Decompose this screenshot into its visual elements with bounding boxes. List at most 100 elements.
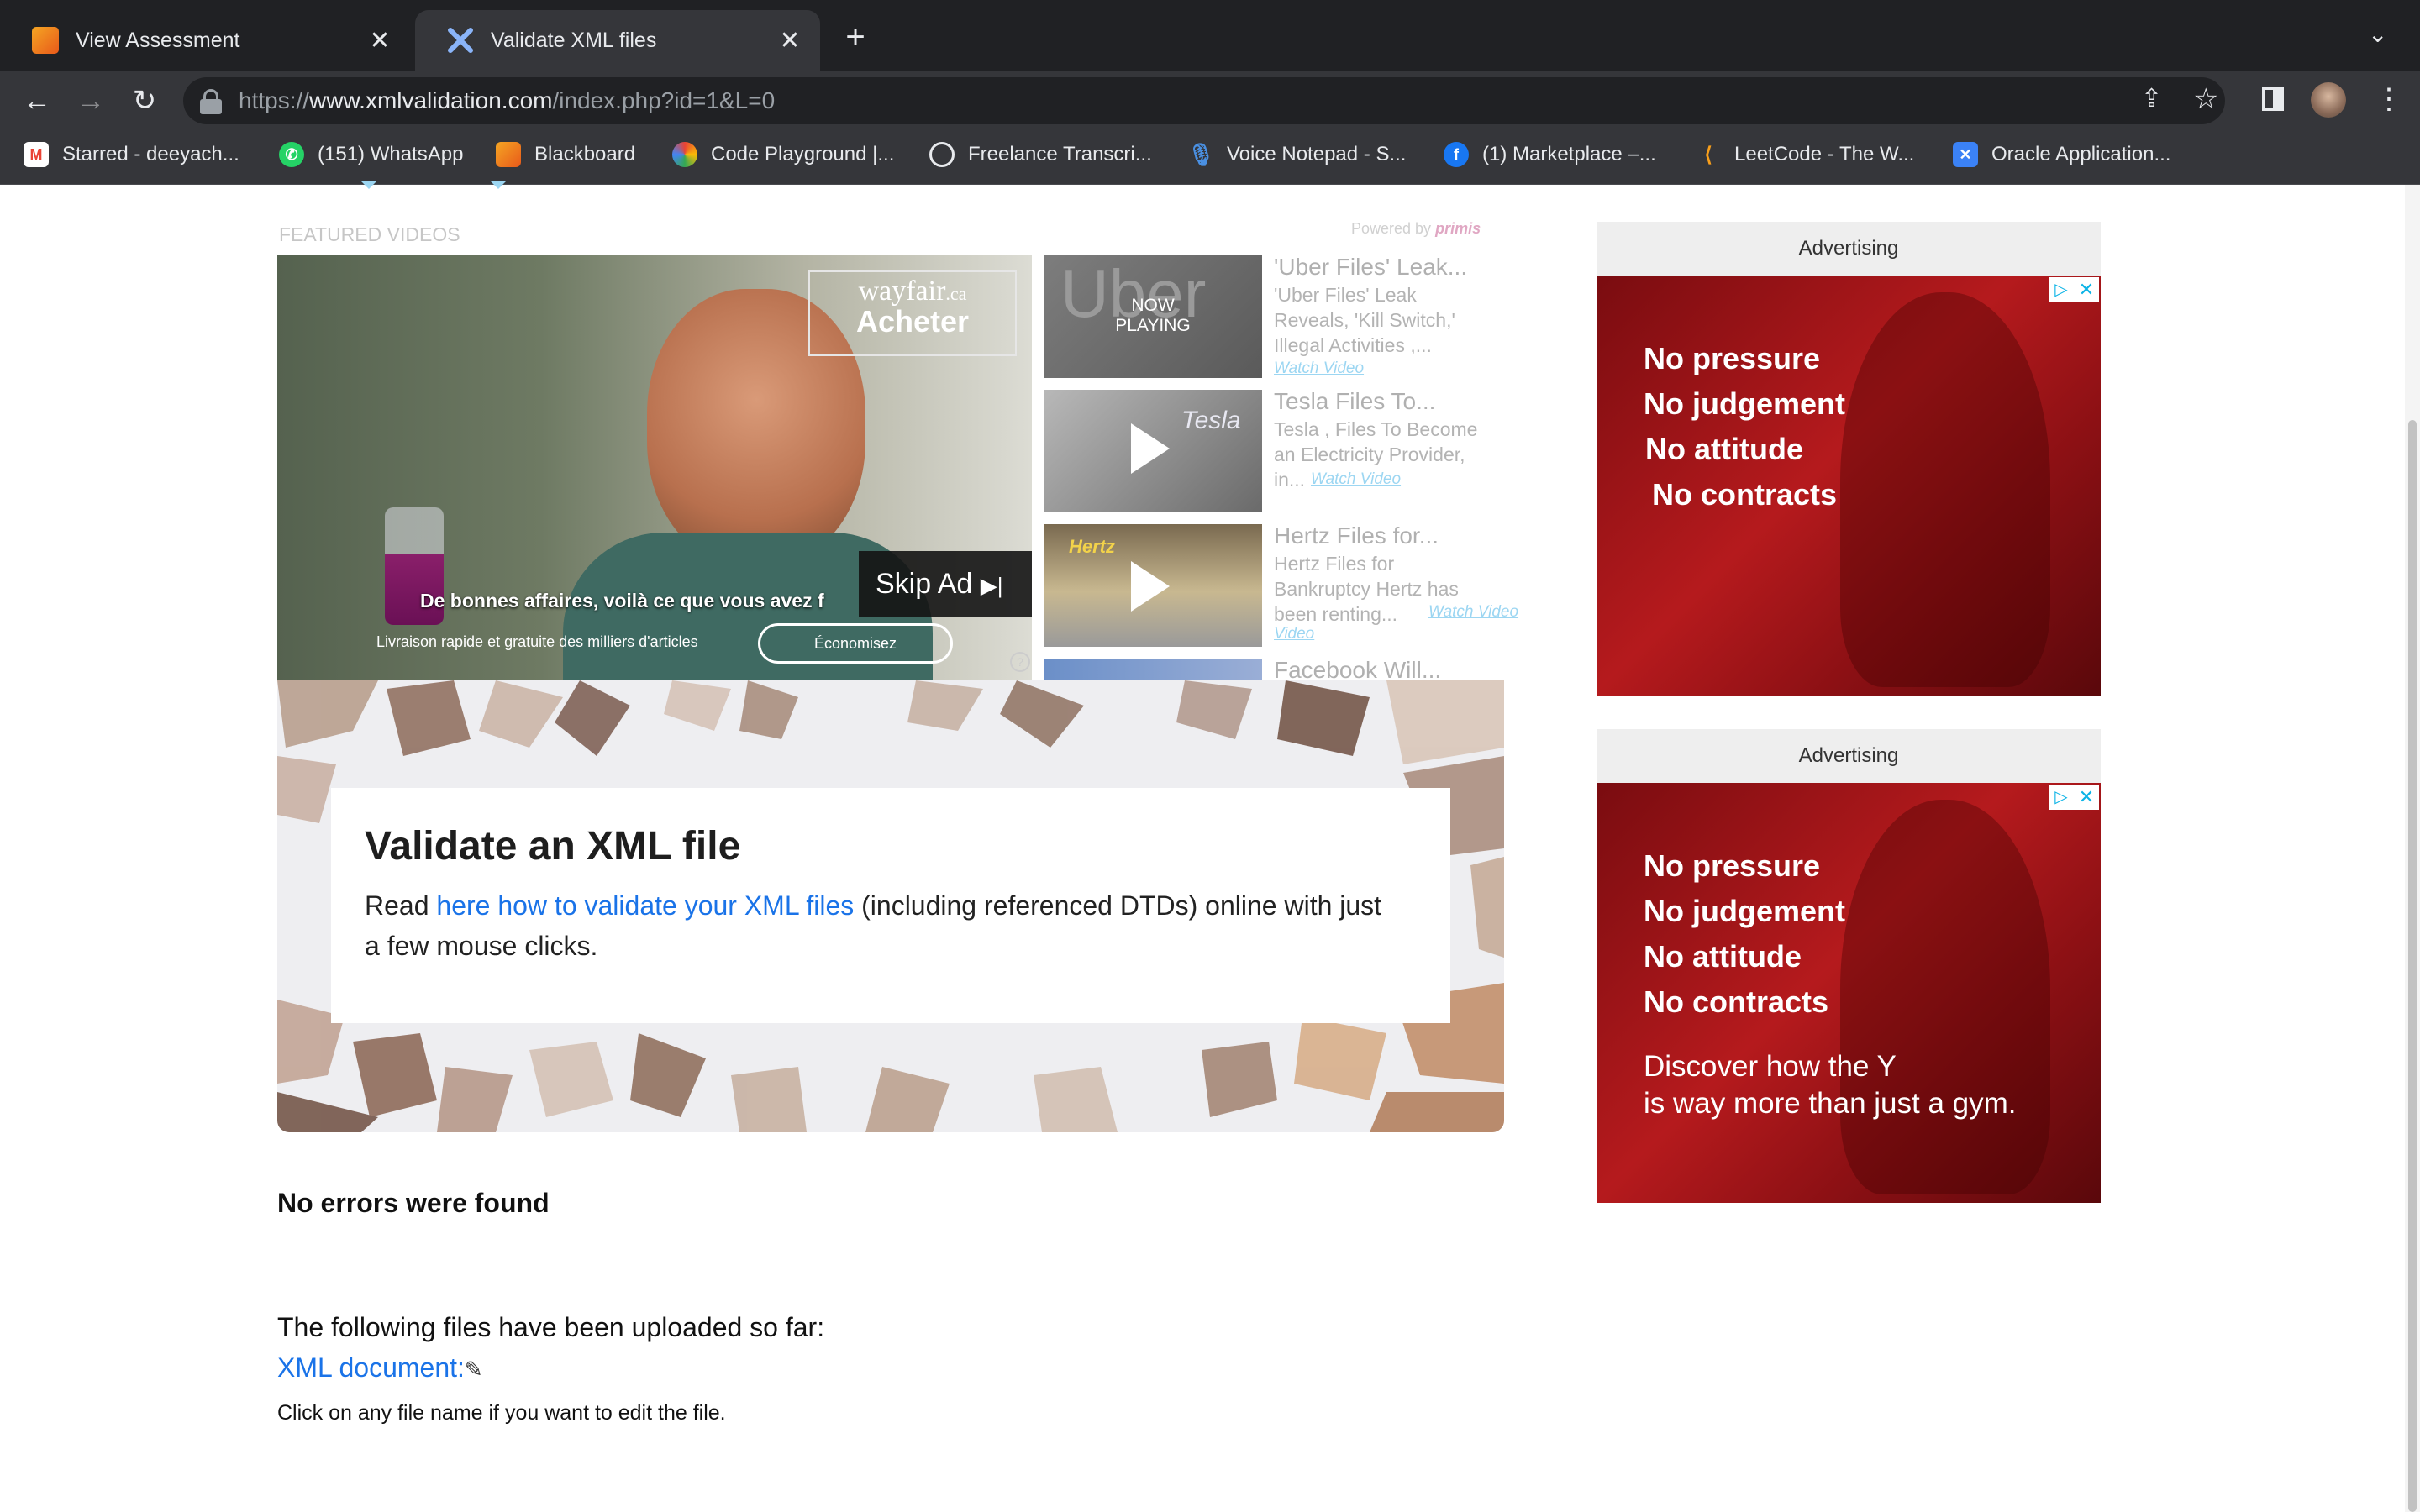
watch-video-link[interactable]: Watch Video	[1311, 470, 1401, 489]
url-path: /index.php?id=1&L=0	[552, 87, 776, 113]
ad-line: No pressure	[1644, 341, 1821, 375]
pencil-favicon-icon	[32, 27, 59, 54]
skip-ad-button[interactable]: Skip Ad ▶|	[859, 551, 1032, 617]
watch-video-link-wrap[interactable]: Video	[1274, 625, 1314, 643]
ad-line: No contracts	[1652, 477, 1838, 512]
page-title: Validate an XML file	[365, 824, 741, 869]
watch-video-link[interactable]: Watch Video	[1274, 360, 1364, 378]
bookmark-starred[interactable]: M Starred - deeyach...	[24, 124, 239, 185]
share-icon[interactable]: ⇪	[2141, 84, 2162, 113]
watch-video-link[interactable]: Watch Video	[1428, 603, 1518, 622]
video-player[interactable]: wayfair.ca Acheter De bonnes affaires, v…	[277, 255, 1032, 680]
tab-title: Validate XML files	[491, 28, 657, 52]
video-title[interactable]: 'Uber Files' Leak...	[1274, 254, 1467, 281]
bookmark-label: (151) WhatsApp	[318, 143, 464, 165]
forward-icon[interactable]: →	[69, 79, 113, 123]
video-title[interactable]: Tesla Files To...	[1274, 388, 1435, 415]
ad-tagline: Discover how the Y	[1644, 1050, 1897, 1083]
ad-tagline: is way more than just a gym.	[1644, 1087, 2017, 1120]
ad-line: No attitude	[1644, 939, 1802, 974]
video-thumbnail[interactable]: Hertz	[1044, 524, 1262, 647]
bookmark-label: Code Playground |...	[711, 143, 895, 165]
info-icon[interactable]: ?	[1010, 652, 1030, 672]
ad-close-icon[interactable]: ✕	[2074, 785, 2099, 810]
advertising-label: Advertising	[1597, 222, 2101, 276]
ad-figure	[1840, 292, 2050, 687]
page-scrollbar[interactable]	[2405, 185, 2420, 1512]
play-icon	[1131, 561, 1170, 612]
address-bar[interactable]: https://www.xmlvalidation.com/index.php?…	[183, 77, 2225, 124]
skip-ad-label: Skip Ad	[876, 568, 973, 600]
video-thumbnail[interactable]	[1044, 659, 1262, 680]
xml-document-link[interactable]: XML document:✎	[277, 1352, 483, 1383]
new-tab-icon[interactable]: +	[837, 18, 874, 56]
ad-line: No judgement	[1644, 894, 1845, 928]
video-thumbnail[interactable]: Uber NOW PLAYING	[1044, 255, 1262, 378]
bookmark-freelance[interactable]: Freelance Transcri...	[929, 124, 1152, 185]
url-text: https://www.xmlvalidation.com/index.php?…	[239, 87, 775, 114]
ad-line: No judgement	[1644, 386, 1845, 421]
xml-favicon-icon	[447, 27, 474, 54]
bookmark-label: Starred - deeyach...	[62, 143, 239, 165]
scrollbar-thumb[interactable]	[2408, 420, 2417, 1512]
hero-text: (including referenced DTDs) online with …	[854, 890, 1382, 921]
video-thumbnail[interactable]: Tesla	[1044, 390, 1262, 512]
wayfair-logo: wayfair	[858, 276, 946, 307]
edit-pencil-icon[interactable]: ✎	[465, 1357, 483, 1382]
play-icon	[1131, 423, 1170, 474]
url-scheme: https://	[239, 87, 310, 113]
xml-document-label: XML document:	[277, 1352, 465, 1383]
how-to-validate-link[interactable]: here how to validate your XML files	[436, 890, 854, 921]
ad-line: No contracts	[1644, 984, 1829, 1019]
close-tab-icon[interactable]: ✕	[366, 26, 393, 55]
adchoices-icon[interactable]: ▷	[2049, 785, 2074, 810]
freelance-icon	[929, 142, 955, 167]
menu-dots-icon[interactable]: ⋮	[2375, 82, 2403, 116]
bookmark-label: Blackboard	[534, 143, 636, 165]
bookmark-voice-notepad[interactable]: 🎙 Voice Notepad - S...	[1186, 124, 1407, 185]
close-tab-icon[interactable]: ✕	[776, 26, 803, 55]
bookmark-label: (1) Marketplace –...	[1482, 143, 1656, 165]
bookmark-code-playground[interactable]: Code Playground |...	[672, 124, 894, 185]
now-playing-label: NOW PLAYING	[1115, 296, 1191, 335]
bookmark-star-icon[interactable]: ☆	[2193, 82, 2218, 116]
thumb-text: Tesla	[1181, 407, 1241, 434]
skip-next-icon: ▶|	[980, 573, 1003, 598]
ad-banner[interactable]: ▷ ✕ No pressure No judgement No attitude…	[1597, 783, 2101, 1203]
nav-caret	[491, 181, 506, 189]
ad-figure	[1840, 800, 2050, 1194]
code-playground-icon	[672, 142, 697, 167]
bookmark-oracle[interactable]: ✕ Oracle Application...	[1953, 124, 2170, 185]
economisez-button[interactable]: Économisez	[758, 623, 953, 664]
edit-hint: Click on any file name if you want to ed…	[277, 1401, 726, 1425]
bookmark-marketplace[interactable]: f (1) Marketplace –...	[1444, 124, 1656, 185]
lock-body	[200, 99, 222, 114]
microphone-icon: 🎙	[1186, 141, 1215, 167]
adchoices-icon[interactable]: ▷	[2049, 277, 2074, 302]
uploaded-heading: The following files have been uploaded s…	[277, 1312, 825, 1342]
wayfair-cta-box[interactable]: wayfair.ca Acheter	[808, 270, 1017, 356]
oracle-icon: ✕	[1953, 142, 1978, 167]
back-icon[interactable]: ←	[15, 79, 59, 123]
thumb-text: Hertz	[1069, 536, 1116, 557]
bookmark-label: Oracle Application...	[1991, 143, 2171, 165]
ad-close-icon[interactable]: ✕	[2074, 277, 2099, 302]
side-panel-icon[interactable]	[2262, 87, 2284, 111]
wayfair-suffix: .ca	[945, 283, 967, 304]
bookmark-leetcode[interactable]: ⟨ LeetCode - The W...	[1696, 124, 1914, 185]
tab-validate-xml[interactable]: Validate XML files ✕	[415, 10, 820, 71]
nav-caret	[361, 181, 376, 189]
whatsapp-icon: ✆	[279, 142, 304, 167]
bookmark-label: LeetCode - The W...	[1734, 143, 1915, 165]
primis-logo: primis	[1435, 220, 1481, 237]
bookmark-blackboard[interactable]: Blackboard	[496, 124, 635, 185]
tab-view-assessment[interactable]: View Assessment ✕	[0, 10, 410, 71]
reload-icon[interactable]: ↻	[123, 79, 166, 123]
tab-search-chevron-icon[interactable]: ⌄	[2368, 20, 2387, 48]
video-title[interactable]: Hertz Files for...	[1274, 522, 1439, 549]
featured-videos-label: FEATURED VIDEOS	[279, 223, 460, 245]
profile-avatar[interactable]	[2311, 82, 2346, 118]
bookmark-whatsapp[interactable]: ✆ (151) WhatsApp	[279, 124, 463, 185]
ad-banner[interactable]: ▷ ✕ No pressure No judgement No attitude…	[1597, 276, 2101, 696]
blackboard-icon	[496, 142, 521, 167]
